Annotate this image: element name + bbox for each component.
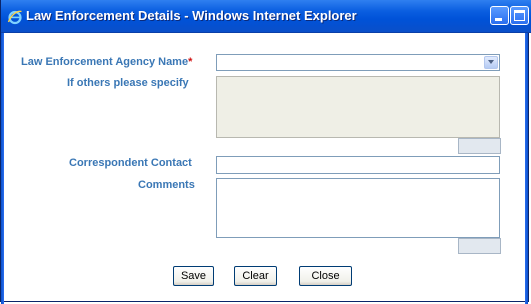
others-textarea bbox=[216, 76, 500, 138]
window-frame-left bbox=[1, 33, 4, 304]
agency-label: Law Enforcement Agency Name* bbox=[21, 56, 192, 68]
window-frame-right bbox=[525, 33, 528, 304]
required-marker: * bbox=[188, 56, 193, 68]
maximize-icon bbox=[514, 10, 525, 21]
comments-label: Comments bbox=[138, 179, 195, 191]
window-title: Law Enforcement Details - Windows Intern… bbox=[26, 8, 357, 23]
close-button[interactable]: Close bbox=[299, 266, 352, 286]
save-button[interactable]: Save bbox=[173, 266, 214, 286]
title-bar[interactable]: Law Enforcement Details - Windows Intern… bbox=[1, 0, 531, 33]
others-resize-grip[interactable] bbox=[458, 138, 501, 154]
others-label: If others please specify bbox=[67, 77, 189, 89]
maximize-button[interactable] bbox=[510, 6, 529, 25]
ie-logo-icon bbox=[7, 10, 22, 25]
minimize-button[interactable] bbox=[490, 6, 509, 25]
dialog-window: Law Enforcement Details - Windows Intern… bbox=[0, 0, 531, 304]
chevron-down-icon[interactable] bbox=[484, 56, 498, 69]
agency-label-text: Law Enforcement Agency Name bbox=[21, 56, 189, 68]
correspondent-input[interactable] bbox=[216, 156, 500, 174]
minimize-icon bbox=[495, 18, 502, 21]
correspondent-label: Correspondent Contact bbox=[69, 157, 192, 169]
comments-textarea[interactable] bbox=[216, 178, 500, 238]
clear-button[interactable]: Clear bbox=[234, 266, 277, 286]
agency-select[interactable] bbox=[216, 54, 500, 71]
comments-resize-grip[interactable] bbox=[458, 238, 501, 254]
